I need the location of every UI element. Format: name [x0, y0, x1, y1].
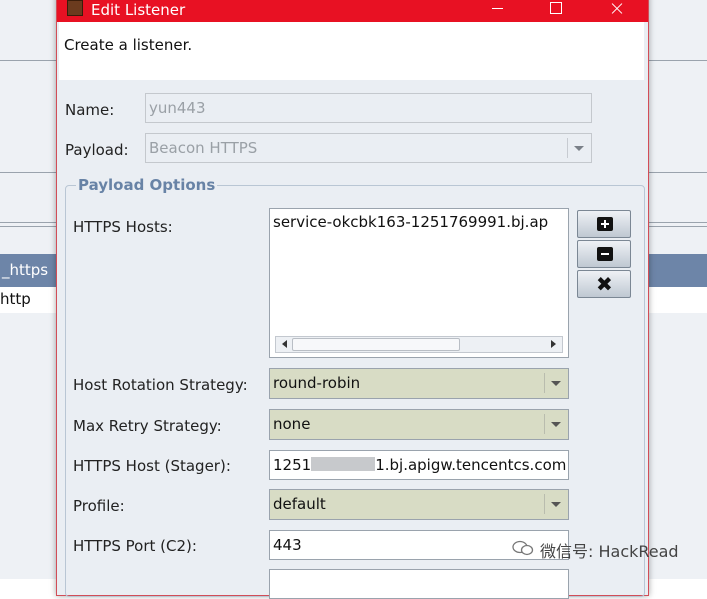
- stager-host-value: 1251 1.bj.apigw.tencentcs.com: [273, 456, 566, 474]
- list-item[interactable]: service-okcbk163-1251769991.bj.ap: [273, 213, 548, 231]
- stager-host-prefix: 1251: [273, 456, 312, 474]
- listener-row-label: http: [0, 290, 31, 308]
- max-retry-label: Max Retry Strategy:: [73, 417, 222, 435]
- name-value: yun443: [149, 99, 206, 117]
- name-label: Name:: [65, 101, 115, 119]
- scroll-left-icon[interactable]: [282, 340, 287, 348]
- chevron-down-icon: [544, 494, 565, 514]
- max-retry-select[interactable]: none: [269, 409, 569, 440]
- payload-value: Beacon HTTPS: [149, 139, 258, 157]
- close-button[interactable]: [588, 0, 646, 22]
- minus-icon: [597, 247, 613, 261]
- maximize-icon: [550, 2, 562, 14]
- group-title: Payload Options: [76, 176, 218, 194]
- wechat-icon: [512, 540, 534, 556]
- https-hosts-label: HTTPS Hosts:: [73, 218, 173, 236]
- add-host-button[interactable]: [577, 210, 631, 238]
- maximize-button[interactable]: [527, 0, 585, 22]
- description-text: Create a listener.: [64, 36, 193, 54]
- horizontal-scrollbar[interactable]: [275, 336, 563, 353]
- https-hosts-list[interactable]: service-okcbk163-1251769991.bj.ap: [269, 208, 569, 358]
- profile-value: default: [273, 495, 326, 513]
- plus-icon: [597, 217, 613, 231]
- profile-select[interactable]: default: [269, 489, 569, 520]
- edit-listener-dialog: Edit Listener Create a listener. Name: y…: [56, 0, 649, 599]
- watermark-text: 微信号: HackRead: [540, 542, 679, 561]
- scroll-thumb[interactable]: [292, 338, 460, 351]
- stager-host-label: HTTPS Host (Stager):: [73, 457, 231, 475]
- minus-icon-bar: [601, 253, 609, 255]
- redacted-block: [311, 457, 376, 471]
- name-field[interactable]: yun443: [145, 93, 592, 123]
- host-rotation-select[interactable]: round-robin: [269, 368, 569, 399]
- clear-hosts-button[interactable]: ✖: [577, 270, 631, 298]
- remove-host-button[interactable]: [577, 240, 631, 268]
- chevron-down-icon: [544, 414, 565, 434]
- listener-row-label: _https: [2, 261, 49, 279]
- minimize-button[interactable]: [469, 0, 527, 22]
- host-rotation-value: round-robin: [273, 374, 361, 392]
- chevron-down-icon: [544, 373, 565, 393]
- port-c2-label: HTTPS Port (C2):: [73, 537, 197, 555]
- port-bind-input[interactable]: [269, 569, 569, 599]
- title-bar[interactable]: Edit Listener: [57, 0, 648, 22]
- chevron-down-icon: [567, 138, 588, 158]
- minimize-icon: [492, 8, 503, 9]
- scroll-right-icon[interactable]: [551, 340, 556, 348]
- window-title: Edit Listener: [91, 1, 186, 19]
- stager-host-suffix: 1.bj.apigw.tencentcs.com: [375, 456, 567, 474]
- stager-host-input[interactable]: 1251 1.bj.apigw.tencentcs.com: [269, 450, 569, 480]
- clear-icon: ✖: [596, 272, 613, 296]
- description-panel: Create a listener.: [59, 22, 644, 80]
- profile-label: Profile:: [73, 497, 125, 515]
- payload-label: Payload:: [65, 141, 129, 159]
- plus-icon-v: [604, 220, 606, 228]
- port-c2-value: 443: [273, 536, 302, 554]
- host-rotation-label: Host Rotation Strategy:: [73, 376, 248, 394]
- max-retry-value: none: [273, 415, 311, 433]
- app-icon: [67, 0, 83, 16]
- payload-select[interactable]: Beacon HTTPS: [145, 133, 592, 163]
